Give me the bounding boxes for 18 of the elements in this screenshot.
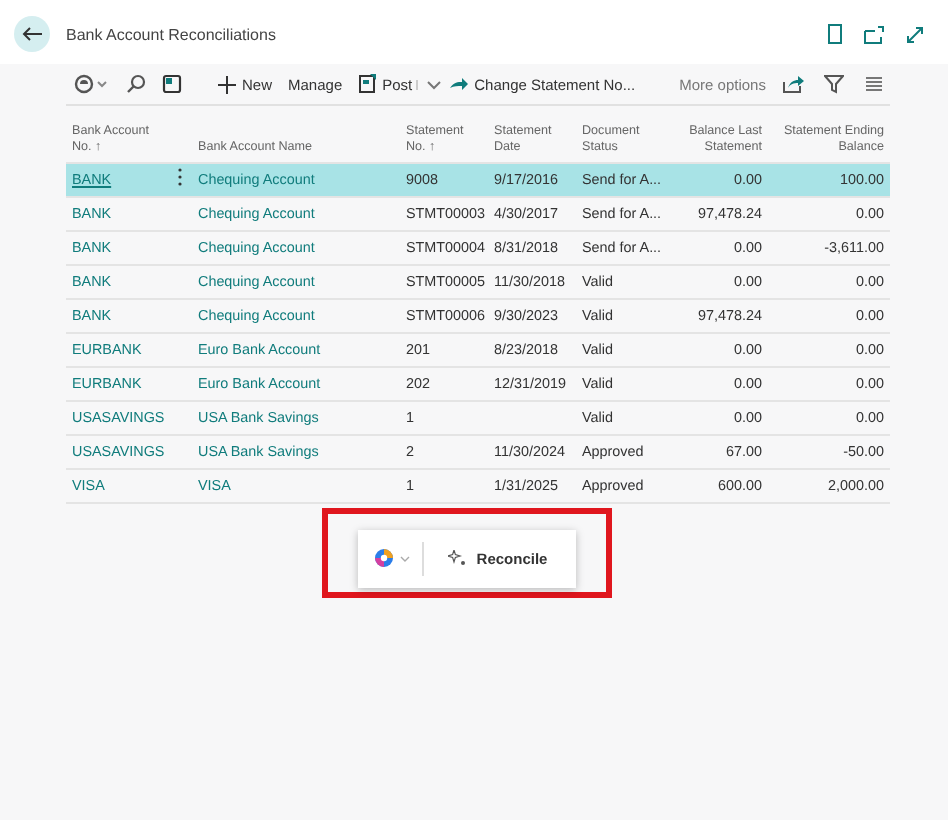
sparkle-icon <box>448 550 467 567</box>
back-arrow-icon[interactable] <box>22 26 42 42</box>
page-title: Bank Account Reconciliations <box>66 25 278 43</box>
bookmark-icon[interactable] <box>828 24 842 44</box>
copilot-icon[interactable] <box>374 548 395 569</box>
caret-icon[interactable] <box>426 79 443 89</box>
filter-icon[interactable] <box>823 74 844 94</box>
plus-icon <box>218 75 236 93</box>
document-icon <box>358 74 377 94</box>
share-icon[interactable] <box>781 74 804 94</box>
list-icon[interactable] <box>863 74 884 94</box>
copilot-icon[interactable] <box>74 74 110 94</box>
expand-icon[interactable] <box>906 25 924 43</box>
arrow-icon <box>450 76 469 92</box>
open-window-icon[interactable] <box>864 25 884 43</box>
layout-icon[interactable] <box>162 74 182 94</box>
back-button[interactable] <box>14 16 50 52</box>
search-icon[interactable] <box>126 74 146 94</box>
